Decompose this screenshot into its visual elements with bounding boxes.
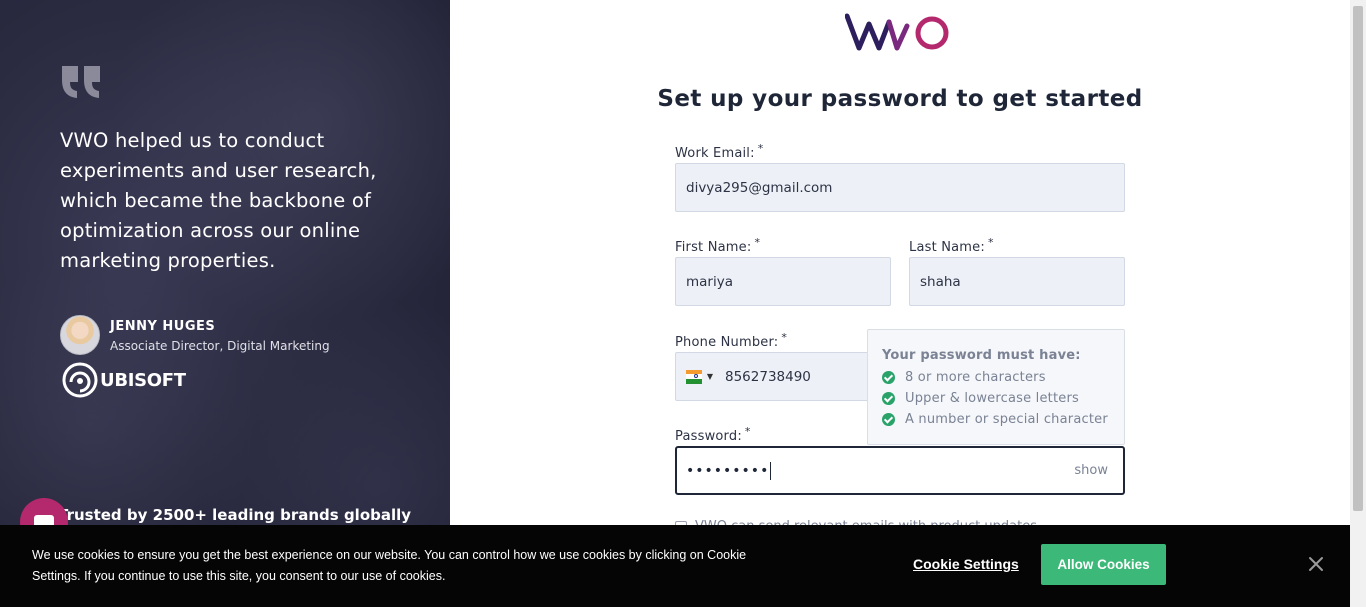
cookie-banner: We use cookies to ensure you get the bes… (0, 525, 1350, 607)
flag-stripe-white (686, 374, 702, 379)
password-rules-popover: Your password must have: 8 or more chara… (867, 329, 1125, 445)
password-rule: A number or special character (882, 409, 1110, 430)
email-label-text: Work Email: (675, 146, 755, 161)
email-label: Work Email: * (675, 142, 763, 161)
first-name-label-text: First Name: (675, 240, 752, 255)
cookie-banner-text: We use cookies to ensure you get the bes… (32, 548, 747, 583)
last-name-label-text: Last Name: (909, 240, 985, 255)
required-mark: * (744, 425, 751, 438)
india-flag-icon[interactable] (686, 369, 702, 384)
first-name-field[interactable] (675, 257, 891, 306)
required-mark: * (987, 236, 994, 249)
password-rule-text: A number or special character (905, 412, 1108, 427)
ubisoft-swirl-icon (62, 362, 98, 398)
company-name: UBISOFT (100, 369, 186, 391)
flag-stripe-green (686, 378, 702, 384)
password-field[interactable]: ••••••••• show (675, 446, 1125, 495)
country-dropdown-icon[interactable]: ▼ (707, 372, 713, 381)
check-circle-icon (882, 413, 895, 426)
phone-input[interactable] (725, 353, 874, 400)
password-label: Password: * (675, 425, 751, 444)
testimonial-quote: VWO helped us to conduct experiments and… (60, 129, 377, 272)
password-rules-heading: Your password must have: (882, 348, 1081, 363)
show-password-toggle[interactable]: show (1074, 463, 1108, 478)
close-icon[interactable] (1307, 555, 1325, 573)
first-name-label: First Name: * (675, 236, 760, 255)
quote-icon (62, 66, 100, 98)
text-cursor (770, 461, 772, 480)
avatar (60, 315, 100, 355)
scrollbar-thumb[interactable] (1353, 6, 1363, 511)
person-role: Associate Director, Digital Marketing (110, 339, 330, 353)
password-rule-text: Upper & lowercase letters (905, 391, 1079, 406)
check-circle-icon (882, 392, 895, 405)
page-title: Set up your password to get started (657, 86, 1143, 112)
password-rule-text: 8 or more characters (905, 370, 1046, 385)
last-name-input[interactable] (920, 258, 1124, 305)
phone-label: Phone Number: * (675, 331, 787, 350)
email-input[interactable] (686, 164, 1124, 211)
phone-field[interactable]: ▼ (675, 352, 875, 401)
person-name: JENNY HUGES (110, 319, 216, 334)
password-value[interactable]: ••••••••• (686, 463, 769, 479)
allow-cookies-button[interactable]: Allow Cookies (1041, 544, 1166, 585)
password-label-text: Password: (675, 429, 742, 444)
last-name-label: Last Name: * (909, 236, 994, 255)
required-mark: * (754, 236, 761, 249)
cookie-settings-link[interactable]: Cookie Settings (913, 556, 1019, 572)
phone-label-text: Phone Number: (675, 335, 779, 350)
required-mark: * (781, 331, 788, 344)
company-logo: UBISOFT (62, 361, 186, 399)
check-circle-icon (882, 371, 895, 384)
last-name-field[interactable] (909, 257, 1125, 306)
first-name-input[interactable] (686, 258, 890, 305)
email-field[interactable] (675, 163, 1125, 212)
testimonial-panel: VWO helped us to conduct experiments and… (0, 0, 450, 607)
password-rule: 8 or more characters (882, 367, 1110, 388)
required-mark: * (757, 142, 764, 155)
page-scrollbar[interactable] (1350, 0, 1366, 607)
vwo-logo (845, 13, 949, 51)
trusted-text: Trusted by 2500+ leading brands globally (58, 506, 412, 524)
password-rule: Upper & lowercase letters (882, 388, 1110, 409)
